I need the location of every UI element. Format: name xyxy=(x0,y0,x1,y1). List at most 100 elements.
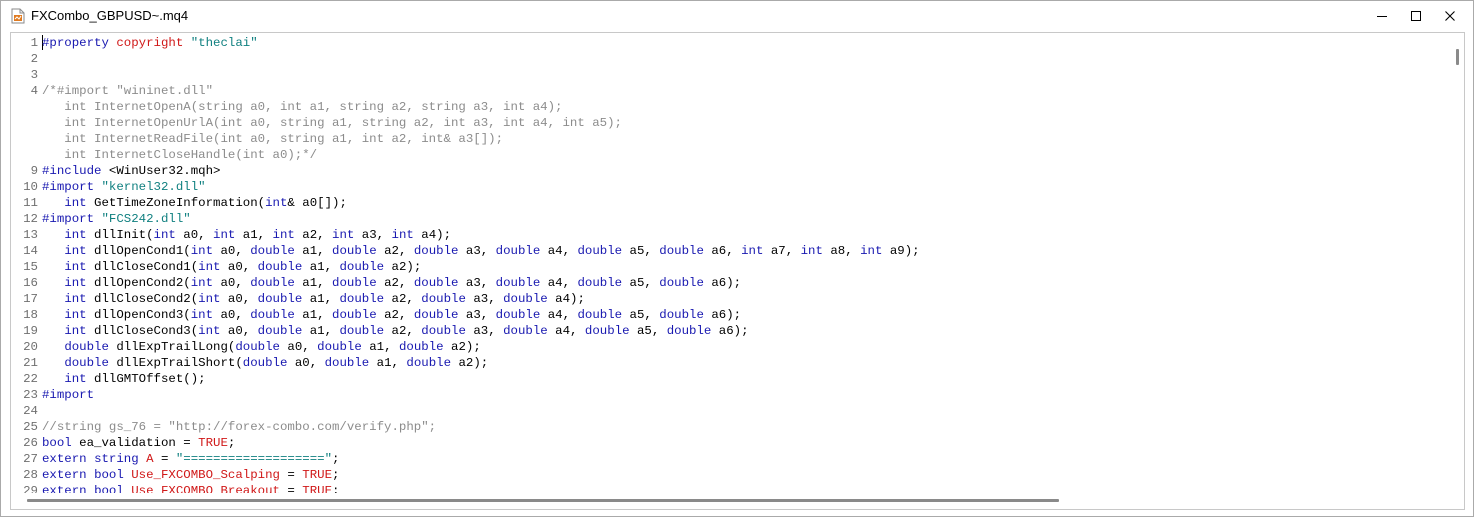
code-token: bool xyxy=(42,436,72,450)
close-button[interactable] xyxy=(1433,1,1467,31)
code-line[interactable]: 22 int dllGMTOffset(); xyxy=(11,371,1450,387)
code-token: double xyxy=(577,308,623,322)
line-number: 23 xyxy=(23,388,38,402)
code-token: double xyxy=(339,260,385,274)
code-line[interactable]: 4 /*#import "wininet.dll" xyxy=(11,83,1450,99)
code-line[interactable]: 24 xyxy=(11,403,1450,419)
code-text: int dllOpenCond1(int a0, double a1, doub… xyxy=(42,243,919,259)
code-token: int xyxy=(64,308,87,322)
code-token: dllOpenCond2( xyxy=(86,276,191,290)
code-token: a7, xyxy=(763,244,801,258)
code-token: double xyxy=(421,324,466,338)
code-token: a2, xyxy=(376,308,414,322)
horizontal-scrollbar[interactable] xyxy=(11,493,1464,509)
code-token: double xyxy=(413,244,459,258)
code-token: double xyxy=(659,276,704,290)
code-line[interactable]: 1 #property copyright "theclai" xyxy=(11,35,1450,51)
code-editor[interactable]: 1 #property copyright "theclai" 2 3 4/*#impo… xyxy=(10,32,1465,510)
line-number: 9 xyxy=(30,164,38,178)
line-number: 3 xyxy=(30,68,38,82)
code-line[interactable]: 9 #include <WinUser32.mqh> xyxy=(11,163,1450,179)
code-token: ; xyxy=(227,436,236,450)
code-token: int xyxy=(213,228,236,242)
code-token: a3, xyxy=(458,276,496,290)
code-token: int xyxy=(64,292,87,306)
vertical-scrollbar[interactable] xyxy=(1451,33,1464,493)
code-token: double xyxy=(242,356,288,370)
code-token: int xyxy=(64,372,87,386)
code-line[interactable]: 25 //string gs_76 = "http://forex-combo.c… xyxy=(11,419,1450,435)
code-token: GetTimeZoneInformation( xyxy=(86,196,266,210)
horizontal-scroll-thumb[interactable] xyxy=(27,499,1059,502)
code-token: double xyxy=(659,308,704,322)
code-line[interactable]: 20 double dllExpTrailLong(double a0, dou… xyxy=(11,339,1450,355)
code-token: int xyxy=(198,292,221,306)
code-line[interactable]: 12 #import "FCS242.dll" xyxy=(11,211,1450,227)
code-text: double dllExpTrailShort(double a0, doubl… xyxy=(42,355,488,371)
line-number: 29 xyxy=(23,484,38,493)
vertical-scroll-thumb[interactable] xyxy=(1456,49,1459,65)
code-token: a2); xyxy=(384,260,422,274)
code-token: a2, xyxy=(384,324,422,338)
code-line[interactable]: int InternetCloseHandle(int a0);*/ xyxy=(11,147,1450,163)
code-token: int InternetOpenUrlA(int a0, string a1, … xyxy=(42,116,622,130)
code-line[interactable]: int InternetOpenUrlA(int a0, string a1, … xyxy=(11,115,1450,131)
code-line[interactable]: int InternetReadFile(int a0, string a1, … xyxy=(11,131,1450,147)
code-token: ; xyxy=(332,452,340,466)
code-token: a1, xyxy=(361,340,399,354)
code-line[interactable]: 21 double dllExpTrailShort(double a0, do… xyxy=(11,355,1450,371)
code-line[interactable]: 2 xyxy=(11,51,1450,67)
code-token: int xyxy=(800,244,823,258)
code-token: dllExpTrailShort( xyxy=(108,356,243,370)
code-token: int xyxy=(190,244,214,258)
title-bar[interactable]: FXCombo_GBPUSD~.mq4 xyxy=(1,1,1473,31)
code-line[interactable]: 23 #import xyxy=(11,387,1450,403)
code-token: a0, xyxy=(213,276,251,290)
code-line[interactable]: 15 int dllCloseCond1(int a0, double a1, … xyxy=(11,259,1450,275)
code-token: double xyxy=(257,324,303,338)
code-token: a0, xyxy=(287,356,325,370)
code-text: #import "kernel32.dll" xyxy=(42,179,206,195)
document-icon xyxy=(11,8,25,24)
code-token: double xyxy=(339,324,385,338)
code-line[interactable]: 29 extern bool Use_FXCOMBO_Breakout = TRU… xyxy=(11,483,1450,493)
maximize-button[interactable] xyxy=(1399,1,1433,31)
code-line[interactable]: 10 #import "kernel32.dll" xyxy=(11,179,1450,195)
code-line[interactable]: 19 int dllCloseCond3(int a0, double a1, … xyxy=(11,323,1450,339)
code-token: a1, xyxy=(294,244,333,258)
line-number: 11 xyxy=(23,196,38,210)
code-line[interactable]: 17 int dllCloseCond2(int a0, double a1, … xyxy=(11,291,1450,307)
code-token: a3, xyxy=(354,228,392,242)
code-token: int xyxy=(64,228,87,242)
code-token: a4, xyxy=(540,308,578,322)
code-line[interactable]: 18 int dllOpenCond3(int a0, double a1, d… xyxy=(11,307,1450,323)
code-token: a0, xyxy=(220,260,258,274)
code-text: int dllCloseCond2(int a0, double a1, dou… xyxy=(42,291,585,307)
minimize-icon xyxy=(1377,16,1387,17)
line-number: 1 xyxy=(30,36,38,50)
code-line[interactable]: 16 int dllOpenCond2(int a0, double a1, d… xyxy=(11,275,1450,291)
code-line[interactable]: int InternetOpenA(string a0, int a1, str… xyxy=(11,99,1450,115)
code-token: a5, xyxy=(622,308,660,322)
code-text: int dllGMTOffset(); xyxy=(42,371,205,387)
code-text: extern bool Use_FXCOMBO_Breakout = TRUE; xyxy=(42,483,339,493)
code-token: a0, xyxy=(213,308,251,322)
code-line[interactable]: 3 xyxy=(11,67,1450,83)
code-token: int xyxy=(64,324,87,338)
code-line[interactable]: 28 extern bool Use_FXCOMBO_Scalping = TRU… xyxy=(11,467,1450,483)
code-line[interactable]: 26 bool ea_validation = TRUE; xyxy=(11,435,1450,451)
minimize-button[interactable] xyxy=(1365,1,1399,31)
code-token: double xyxy=(339,292,385,306)
code-area[interactable]: 1 #property copyright "theclai" 2 3 4/*#impo… xyxy=(11,33,1450,493)
code-token: extern xyxy=(42,468,87,482)
code-line[interactable]: 27 extern string A = "===================… xyxy=(11,451,1450,467)
code-line[interactable]: 13 int dllInit(int a0, int a1, int a2, i… xyxy=(11,227,1450,243)
code-line[interactable]: 14 int dllOpenCond1(int a0, double a1, d… xyxy=(11,243,1450,259)
code-token: Use_FXCOMBO_Scalping xyxy=(131,468,280,482)
code-line[interactable]: 11 int GetTimeZoneInformation(int& a0[])… xyxy=(11,195,1450,211)
code-token: a4, xyxy=(540,276,578,290)
